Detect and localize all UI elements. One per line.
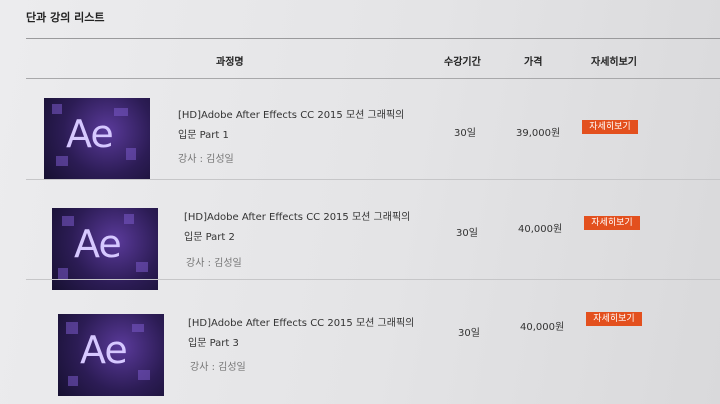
period: 30일 [454, 128, 476, 139]
detail-button[interactable]: 자세히보기 [582, 120, 638, 134]
instructor: 강사 : 김성일 [186, 258, 242, 269]
period: 30일 [458, 328, 480, 339]
header-price: 가격 [524, 57, 543, 68]
header-period: 수강기간 [444, 57, 481, 68]
course-title[interactable]: [HD]Adobe After Effects CC 2015 모션 그래픽의 … [188, 314, 428, 354]
detail-button[interactable]: 자세히보기 [586, 312, 642, 326]
price: 40,000원 [518, 224, 563, 235]
header-course-name: 과정명 [216, 57, 244, 68]
detail-button[interactable]: 자세히보기 [584, 216, 640, 230]
header-divider [26, 78, 720, 79]
after-effects-logo-icon[interactable]: Ae [58, 314, 164, 396]
price: 39,000원 [516, 128, 561, 139]
after-effects-logo-icon[interactable]: Ae [52, 208, 158, 290]
period: 30일 [456, 228, 478, 239]
price: 40,000원 [520, 322, 565, 333]
instructor: 강사 : 김성일 [190, 362, 246, 373]
after-effects-logo-icon[interactable]: Ae [44, 98, 150, 180]
section-title: 단과 강의 리스트 [26, 11, 105, 24]
table-header: 과정명 수강기간 가격 자세히보기 [26, 40, 720, 78]
top-divider [26, 38, 720, 39]
course-title[interactable]: [HD]Adobe After Effects CC 2015 모션 그래픽의 … [184, 208, 424, 248]
table-row: Ae [HD]Adobe After Effects CC 2015 모션 그래… [0, 80, 720, 180]
instructor: 강사 : 김성일 [178, 154, 234, 165]
header-detail: 자세히보기 [591, 57, 637, 68]
course-title[interactable]: [HD]Adobe After Effects CC 2015 모션 그래픽의 … [178, 106, 418, 146]
table-row: Ae [HD]Adobe After Effects CC 2015 모션 그래… [0, 180, 720, 290]
table-row: Ae [HD]Adobe After Effects CC 2015 모션 그래… [0, 280, 720, 396]
